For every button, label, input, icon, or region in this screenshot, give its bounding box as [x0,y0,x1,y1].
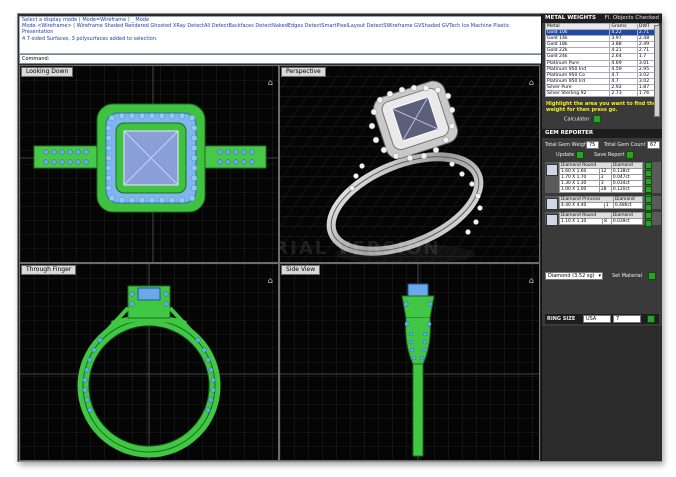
gem-weight: 0.486ct [612,202,644,209]
trial-watermark: TRIAL VERSION [280,238,441,259]
select-gem-buttons[interactable] [645,196,652,212]
material-select-value: Diamond (3.52 sg) [548,273,595,279]
viewport-top[interactable]: Looking Down ⌂ [19,65,279,263]
gem-count: 8 [602,218,612,225]
gem-reporter-body: Total Gem Weight 75 Total Gem Count 67 U… [542,138,662,298]
gem-group[interactable]: Diamond Round Diamond 1.60 X 1.60 12 0.138c… [545,162,661,201]
ring-size-select[interactable]: 7 [613,315,641,323]
metal-weights-header: METAL WEIGHTS Fl. Objects Checked [542,14,662,23]
viewport-perspective-canvas [280,66,539,262]
metal-weights-hint: Highlight the area you want to find the … [546,101,657,113]
viewport-front[interactable]: Through Finger ⌂ [19,263,279,461]
chevron-down-icon: ▾ [598,273,601,279]
navigation-cube-icon[interactable]: ⌂ [268,276,273,285]
metal-weights-table-wrap: Metal Grams DWT Gold 10k 4.22 2.71 Gold 14… [542,22,662,99]
diamond-princess-icon [546,198,558,210]
gem-size: 1.00 X 1.00 [559,186,600,193]
set-material-button[interactable] [648,272,656,280]
navigation-cube-icon[interactable]: ⌂ [529,78,534,87]
command-line-2: Mode <Wireframe> ( Wireframe Shaded Rend… [22,23,510,36]
material-select[interactable]: Diamond (3.52 sg) ▾ [545,272,603,280]
diamond-round-icon [546,164,558,176]
plugin-panel: METAL WEIGHTS Fl. Objects Checked Metal … [541,14,662,461]
navigation-cube-icon[interactable]: ⌂ [529,276,534,285]
command-line-3: 4 7-sided Surfaces, 3 polysurfaces added… [22,35,158,42]
viewport-perspective-title[interactable]: Perspective [281,67,326,77]
gem-group-table: Diamond Princess Diamond 4.40 X 4.40 1 0.48… [559,196,644,209]
update-label: Update [556,152,575,158]
gem-reporter-title: GEM REPORTER [545,130,594,136]
save-report-button[interactable] [626,151,634,159]
command-prompt: Command: [22,56,50,62]
viewport-top-title[interactable]: Looking Down [21,67,74,77]
gem-count: 1 [603,202,614,209]
ring-size-country-select[interactable]: USA [583,315,611,323]
ring-size-row: RING SIZE USA 7 [545,314,659,324]
ring-size-label: RING SIZE [547,316,576,322]
command-input[interactable]: Command: [19,54,543,64]
set-material-label: Set Material [612,273,643,279]
viewport-side[interactable]: Side View ⌂ [279,263,540,461]
calculator-row: Calculator [542,115,662,123]
grams-cell: 2.73 [609,90,638,98]
viewport-front-title[interactable]: Through Finger [21,265,77,275]
navigation-cube-icon[interactable]: ⌂ [268,78,273,87]
gem-size: 1.10 X 1.10 [558,218,604,225]
total-gem-count-field[interactable]: 67 [647,141,660,149]
save-report-label: Save Report [594,152,625,158]
gem-weight: 0.039ct [610,218,644,225]
total-gem-count-label: Total Gem Count [604,142,646,148]
panel-scrollbar[interactable] [654,25,660,117]
viewport-perspective[interactable]: Perspective ⌂ TRIAL VERSION [279,65,540,263]
panel-empty-area [542,326,662,461]
select-gem-buttons[interactable] [645,212,652,228]
app-window: Select a display mode ( Mode=Wireframe )… [17,13,662,462]
viewport-front-canvas [20,264,278,460]
metal-weights-table[interactable]: Metal Grams DWT Gold 10k 4.22 2.71 Gold 14… [544,22,660,98]
gem-count: 28 [598,186,612,193]
calculator-label: Calculator [564,116,590,123]
gem-reporter-header: GEM REPORTER [542,129,662,138]
gem-group[interactable]: Diamond Round Diamond 1.10 X 1.10 8 0.039ct [545,212,661,228]
diamond-round-icon [546,214,558,226]
gem-group-table: Diamond Round Diamond 1.60 X 1.60 12 0.138c… [559,162,644,193]
ring-size-go-button[interactable] [647,315,655,323]
viewport-side-title[interactable]: Side View [281,265,321,275]
gem-group-table: Diamond Round Diamond 1.10 X 1.10 8 0.039ct [558,212,644,225]
total-gem-weight-label: Total Gem Weight [545,142,590,148]
viewport-top-canvas [20,66,278,262]
metal-weights-title: METAL WEIGHTS [545,15,596,21]
table-row[interactable]: Silver Sterling 92 2.73 1.76 [544,90,660,98]
update-button[interactable] [576,151,584,159]
gem-weight: 0.120ct [610,186,644,193]
metal-weights-subheader: Fl. Objects Checked [604,15,659,21]
calculator-go-button[interactable] [592,115,601,123]
viewport-side-canvas [280,264,539,460]
command-history: Select a display mode ( Mode=Wireframe )… [19,16,543,54]
gem-size: 4.40 X 4.40 [559,202,605,209]
metal-cell: Silver Sterling 92 [544,90,611,98]
total-gem-weight-field[interactable]: 75 [586,141,599,149]
gem-group[interactable]: Diamond Princess Diamond 4.40 X 4.40 1 0.48… [545,196,661,212]
